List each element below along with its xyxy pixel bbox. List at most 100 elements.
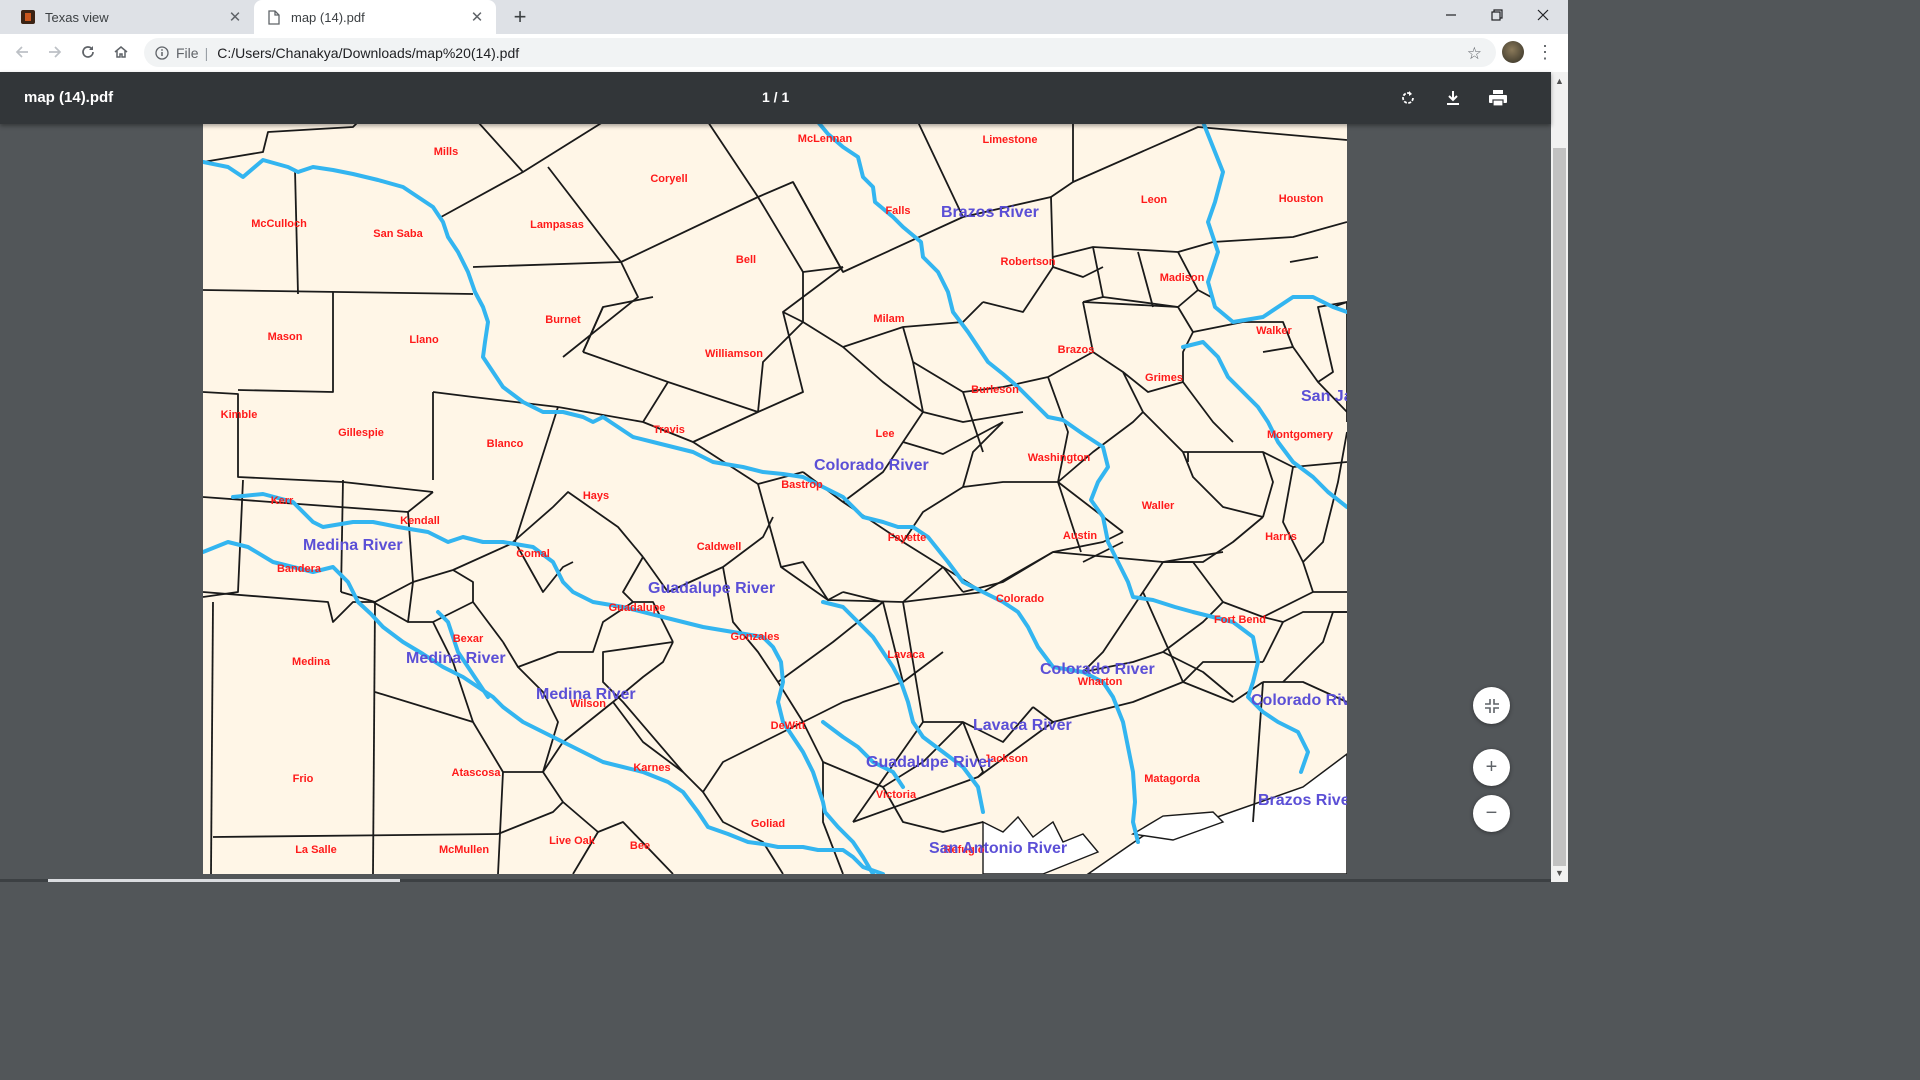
download-icon[interactable] <box>1439 84 1467 112</box>
county-label: Harris <box>1265 531 1297 543</box>
pdf-page-map: Mills Coryell McLennan Limestone McCulloch Sa… <box>203 122 1347 874</box>
zoom-out-button[interactable]: − <box>1473 795 1510 832</box>
vertical-scrollbar[interactable]: ▲ ▼ <box>1551 72 1568 882</box>
county-label: Kimble <box>221 409 258 421</box>
tab-title: Texas view <box>45 9 109 25</box>
rotate-icon[interactable] <box>1394 84 1422 112</box>
river-label: San Antonio River <box>929 840 1067 857</box>
restore-button[interactable] <box>1474 0 1520 30</box>
reload-button[interactable] <box>74 38 102 66</box>
scroll-down-icon[interactable]: ▼ <box>1551 866 1568 880</box>
county-label: Kerr <box>271 495 294 507</box>
county-label: Burleson <box>971 384 1019 396</box>
more-menu-icon[interactable]: ⋮ <box>1536 38 1554 66</box>
tab-title: map (14).pdf <box>291 9 365 25</box>
profile-avatar[interactable] <box>1502 41 1524 63</box>
county-label: Lavaca <box>887 649 925 661</box>
pdf-title: map (14).pdf <box>24 89 114 106</box>
county-label: Grimes <box>1145 372 1183 384</box>
minimize-button[interactable] <box>1428 0 1474 30</box>
county-label: La Salle <box>295 844 337 856</box>
county-label: Waller <box>1142 500 1175 512</box>
lavaca-river-line <box>821 600 985 814</box>
county-label: Matagorda <box>1144 773 1201 785</box>
county-label: Hays <box>583 490 609 502</box>
bookmark-star-icon[interactable]: ☆ <box>1467 44 1482 64</box>
county-label: Fayette <box>888 532 927 544</box>
tab-strip: Texas view ✕ map (14).pdf ✕ + <box>0 0 1568 34</box>
county-label: Mason <box>268 331 303 343</box>
river-label: Medina River <box>536 686 636 703</box>
county-label: Atascosa <box>452 767 502 779</box>
forward-button[interactable] <box>41 38 69 66</box>
river-label: Guadalupe River <box>648 580 775 597</box>
county-label: Karnes <box>633 762 670 774</box>
address-bar[interactable]: File | C:/Users/Chanakya/Downloads/map%2… <box>144 38 1496 67</box>
print-icon[interactable] <box>1484 84 1512 112</box>
url-text[interactable]: C:/Users/Chanakya/Downloads/map%20(14).p… <box>217 45 519 61</box>
river-label: Brazos River <box>941 204 1039 221</box>
browser-toolbar: File | C:/Users/Chanakya/Downloads/map%2… <box>0 34 1568 73</box>
separator: | <box>204 44 209 61</box>
gulf-area <box>1086 753 1347 874</box>
fit-to-page-button[interactable] <box>1473 687 1510 724</box>
county-label: Lampasas <box>530 219 584 231</box>
close-window-button[interactable] <box>1520 0 1566 30</box>
county-label: Austin <box>1063 530 1098 542</box>
close-tab-icon[interactable]: ✕ <box>468 8 486 26</box>
brazos-river-upper <box>1201 122 1347 324</box>
back-button[interactable] <box>8 38 36 66</box>
zoom-in-button[interactable]: + <box>1473 749 1510 786</box>
scroll-thumb[interactable] <box>1553 148 1566 866</box>
county-label: Bexar <box>453 633 484 645</box>
county-label: Milam <box>873 313 904 325</box>
county-label: Live Oak <box>549 835 596 847</box>
county-label: Bandera <box>277 563 322 575</box>
pdf-toolbar: map (14).pdf 1 / 1 <box>0 72 1551 124</box>
document-icon <box>266 9 282 25</box>
county-label: Kendall <box>400 515 440 527</box>
river-labels: Brazos River Colorado River Medina River Me… <box>303 204 1347 857</box>
close-tab-icon[interactable]: ✕ <box>226 8 244 26</box>
county-label: McMullen <box>439 844 489 856</box>
county-label: Burnet <box>545 314 581 326</box>
county-label: Llano <box>409 334 439 346</box>
scroll-up-icon[interactable]: ▲ <box>1551 74 1568 88</box>
county-label: Gillespie <box>338 427 384 439</box>
county-label: Frio <box>293 773 314 785</box>
county-label: Colorado <box>996 593 1045 605</box>
county-label: Walker <box>1256 325 1292 337</box>
river-label: Colorado River <box>1251 692 1347 709</box>
county-label: Leon <box>1141 194 1168 206</box>
new-tab-button[interactable]: + <box>509 4 531 29</box>
county-label: Brazos <box>1058 344 1095 356</box>
county-label: McLennan <box>798 133 853 145</box>
county-label: Goliad <box>751 818 785 830</box>
county-label: Medina <box>292 656 331 668</box>
county-label: Washington <box>1028 452 1091 464</box>
county-label: Mills <box>434 146 458 158</box>
tab-texas-view[interactable]: Texas view ✕ <box>8 0 254 34</box>
county-label: Victoria <box>876 789 917 801</box>
county-label: DeWitt <box>771 720 806 732</box>
county-label: Robertson <box>1001 256 1056 268</box>
info-icon[interactable] <box>154 45 170 61</box>
county-label: Houston <box>1279 193 1324 205</box>
page-indicator: 1 / 1 <box>762 89 790 105</box>
tab-map-pdf[interactable]: map (14).pdf ✕ <box>254 0 496 34</box>
county-label: Fort Bend <box>1214 614 1266 626</box>
texas-view-favicon-icon <box>20 9 36 25</box>
river-label: Brazos River <box>1258 792 1347 809</box>
river-label: Lavaca River <box>973 717 1072 734</box>
county-label: Caldwell <box>697 541 742 553</box>
home-button[interactable] <box>107 38 135 66</box>
county-label: Gonzales <box>731 631 780 643</box>
county-label: Guadalupe <box>609 602 666 614</box>
river-label: San Jacinto <box>1301 388 1347 405</box>
river-label: Medina River <box>406 650 506 667</box>
county-label: Montgomery <box>1267 429 1334 441</box>
county-label: Falls <box>885 205 910 217</box>
county-label: Bell <box>736 254 756 266</box>
texas-counties-map: Mills Coryell McLennan Limestone McCulloch Sa… <box>203 122 1347 874</box>
county-labels: Mills Coryell McLennan Limestone McCulloch Sa… <box>221 133 1334 856</box>
